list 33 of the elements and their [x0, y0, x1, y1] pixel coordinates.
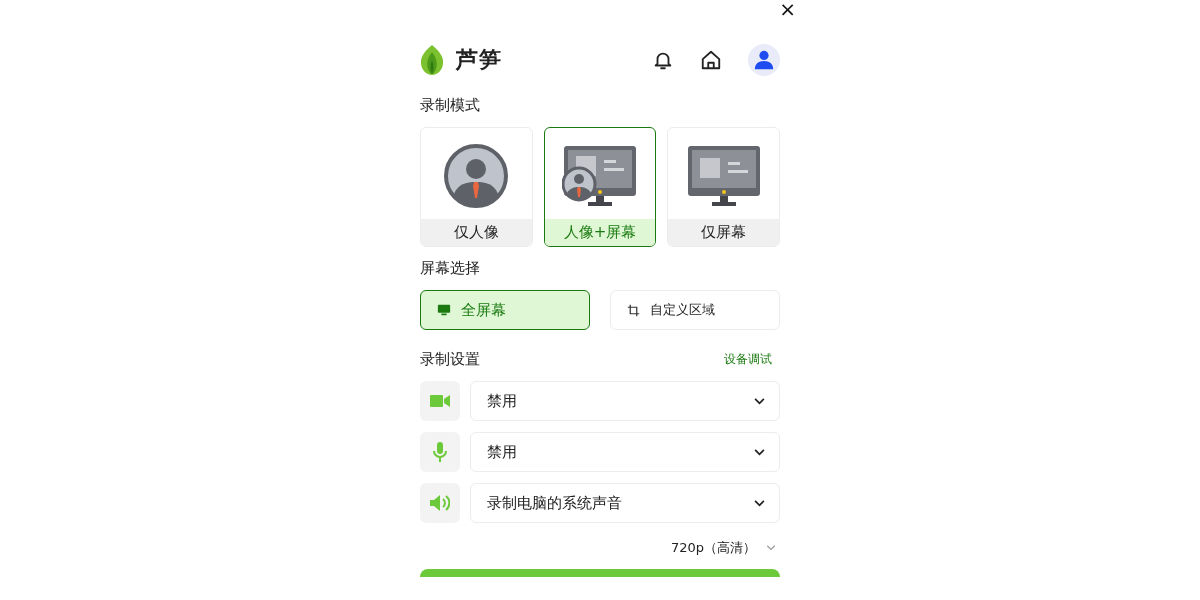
- leaf-logo-icon: [420, 44, 444, 76]
- device-select[interactable]: 禁用: [470, 432, 780, 472]
- user-avatar[interactable]: [748, 44, 780, 76]
- device-test-link[interactable]: 设备调试: [724, 351, 772, 368]
- mode-card[interactable]: 人像+屏幕: [543, 127, 657, 247]
- monitor-icon: [685, 143, 762, 208]
- speaker-icon: [430, 495, 450, 511]
- mode-card[interactable]: 仅人像: [420, 127, 533, 247]
- person-avatar-icon: [444, 143, 509, 208]
- section-title: 屏幕选择: [420, 259, 481, 278]
- section-title: 录制设置: [420, 350, 480, 369]
- chevron-down-icon: [766, 545, 776, 551]
- resolution-dropdown[interactable]: 720p（高清）: [670, 539, 776, 557]
- crop-icon: [627, 303, 640, 317]
- monitor-icon: [437, 303, 451, 317]
- chevron-down-icon: [754, 499, 765, 507]
- mode-card[interactable]: 仅屏幕: [667, 127, 780, 247]
- section-title: 录制模式: [420, 96, 481, 115]
- screen-option-button[interactable]: 自定义区域: [610, 290, 780, 330]
- mode-label: 仅屏幕: [668, 219, 779, 246]
- mode-label: 仅人像: [421, 219, 532, 246]
- screen-option-button[interactable]: 全屏幕: [420, 290, 590, 330]
- app-name: 芦笋: [456, 46, 502, 74]
- video-camera-icon: [430, 394, 450, 408]
- device-select[interactable]: 录制电脑的系统声音: [470, 483, 780, 523]
- microphone-icon: [433, 442, 447, 462]
- chevron-down-icon: [754, 448, 765, 456]
- chevron-down-icon: [754, 397, 765, 405]
- mode-label: 人像+屏幕: [544, 219, 656, 246]
- start-button[interactable]: [420, 569, 780, 577]
- close-button[interactable]: ×: [775, 0, 800, 18]
- home-icon[interactable]: [700, 49, 722, 71]
- device-select[interactable]: 禁用: [470, 381, 780, 421]
